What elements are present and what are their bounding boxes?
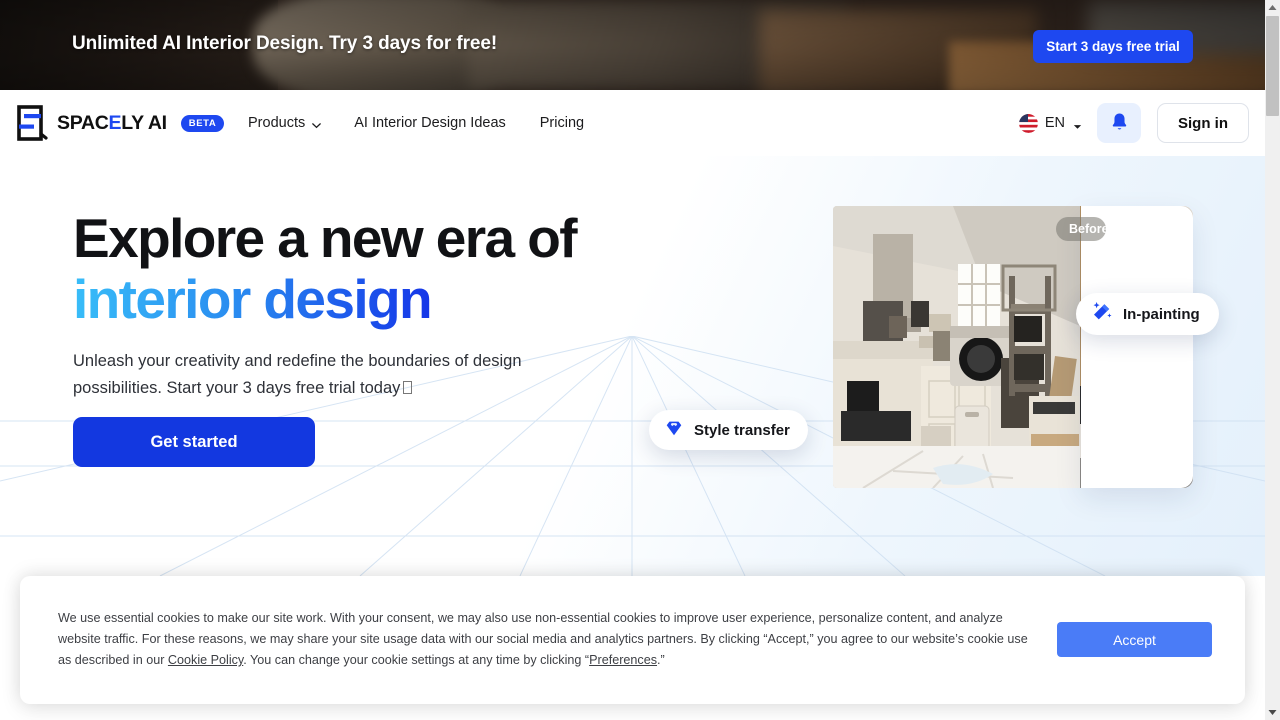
cookie-text-part-2: . You can change your cookie settings at… [243,653,590,667]
vertical-scrollbar[interactable] [1265,0,1280,720]
cookie-consent-banner: We use essential cookies to make our sit… [20,576,1245,704]
chevron-down-icon [1072,119,1082,129]
hero-description-line-2: possibilities. Start your 3 days free tr… [73,379,401,397]
spacely-logo-icon [16,104,48,142]
hero-heading-line-2: interior design [73,268,433,330]
chip-label: Style transfer [694,421,790,439]
missing-glyph-box [403,381,413,394]
cookie-consent-text: We use essential cookies to make our sit… [58,608,1043,671]
nav-label: AI Interior Design Ideas [354,115,506,131]
language-label: EN [1044,115,1065,131]
feature-chip-in-painting[interactable]: In-painting [1076,293,1219,335]
nav-label: Pricing [539,115,585,131]
main-nav: Products AI Interior Design Ideas Pricin… [248,90,584,156]
page-title: Explore a new era of interior design [73,207,578,330]
nav-item-products[interactable]: Products [248,115,322,131]
magic-wand-icon [1091,301,1113,327]
logo-wordmark: SPACELY AI [57,111,167,134]
header-actions: EN Sign in [1018,90,1249,156]
nav-item-ai-interior-design-ideas[interactable]: AI Interior Design Ideas [354,115,506,131]
cookie-policy-link[interactable]: Cookie Policy [168,653,243,667]
chevron-down-icon [311,119,322,128]
bell-icon [1110,112,1129,135]
diamond-icon [664,418,684,442]
get-started-button[interactable]: Get started [73,417,315,467]
accept-cookies-button[interactable]: Accept [1057,622,1212,657]
scrollbar-thumb[interactable] [1266,16,1279,116]
before-label-pill: Before [1056,217,1106,241]
hero-section: Explore a new era of interior design Unl… [0,156,1265,576]
preferences-link[interactable]: Preferences [589,653,657,667]
hero-heading-line-1: Explore a new era of [73,207,578,269]
cookie-text-part-3: .” [657,653,665,667]
page-canvas: Unlimited AI Interior Design. Try 3 days… [0,0,1265,720]
scroll-up-arrow-icon[interactable] [1265,0,1280,15]
us-flag-icon [1018,113,1038,133]
nav-label: Products [248,115,306,131]
promo-banner: Unlimited AI Interior Design. Try 3 days… [0,0,1265,90]
sign-in-button[interactable]: Sign in [1157,103,1249,143]
promo-message: Unlimited AI Interior Design. Try 3 days… [72,33,498,54]
scroll-down-arrow-icon[interactable] [1265,705,1280,720]
hero-description-line-1: Unleash your creativity and redefine the… [73,352,522,370]
before-image [833,206,1080,488]
feature-chip-style-transfer[interactable]: Style transfer [649,410,808,450]
start-free-trial-button[interactable]: Start 3 days free trial [1033,30,1193,63]
nav-item-pricing[interactable]: Pricing [540,115,584,131]
site-header: SPACELY AI BETA Products AI Interior Des… [0,90,1265,156]
logo[interactable]: SPACELY AI BETA [16,104,225,142]
chip-label: In-painting [1123,305,1200,323]
language-selector[interactable]: EN [1018,113,1082,133]
beta-badge: BETA [180,114,225,132]
notifications-button[interactable] [1097,103,1141,143]
hero-description: Unleash your creativity and redefine the… [73,348,633,402]
comparison-reveal-panel[interactable] [1081,206,1193,488]
